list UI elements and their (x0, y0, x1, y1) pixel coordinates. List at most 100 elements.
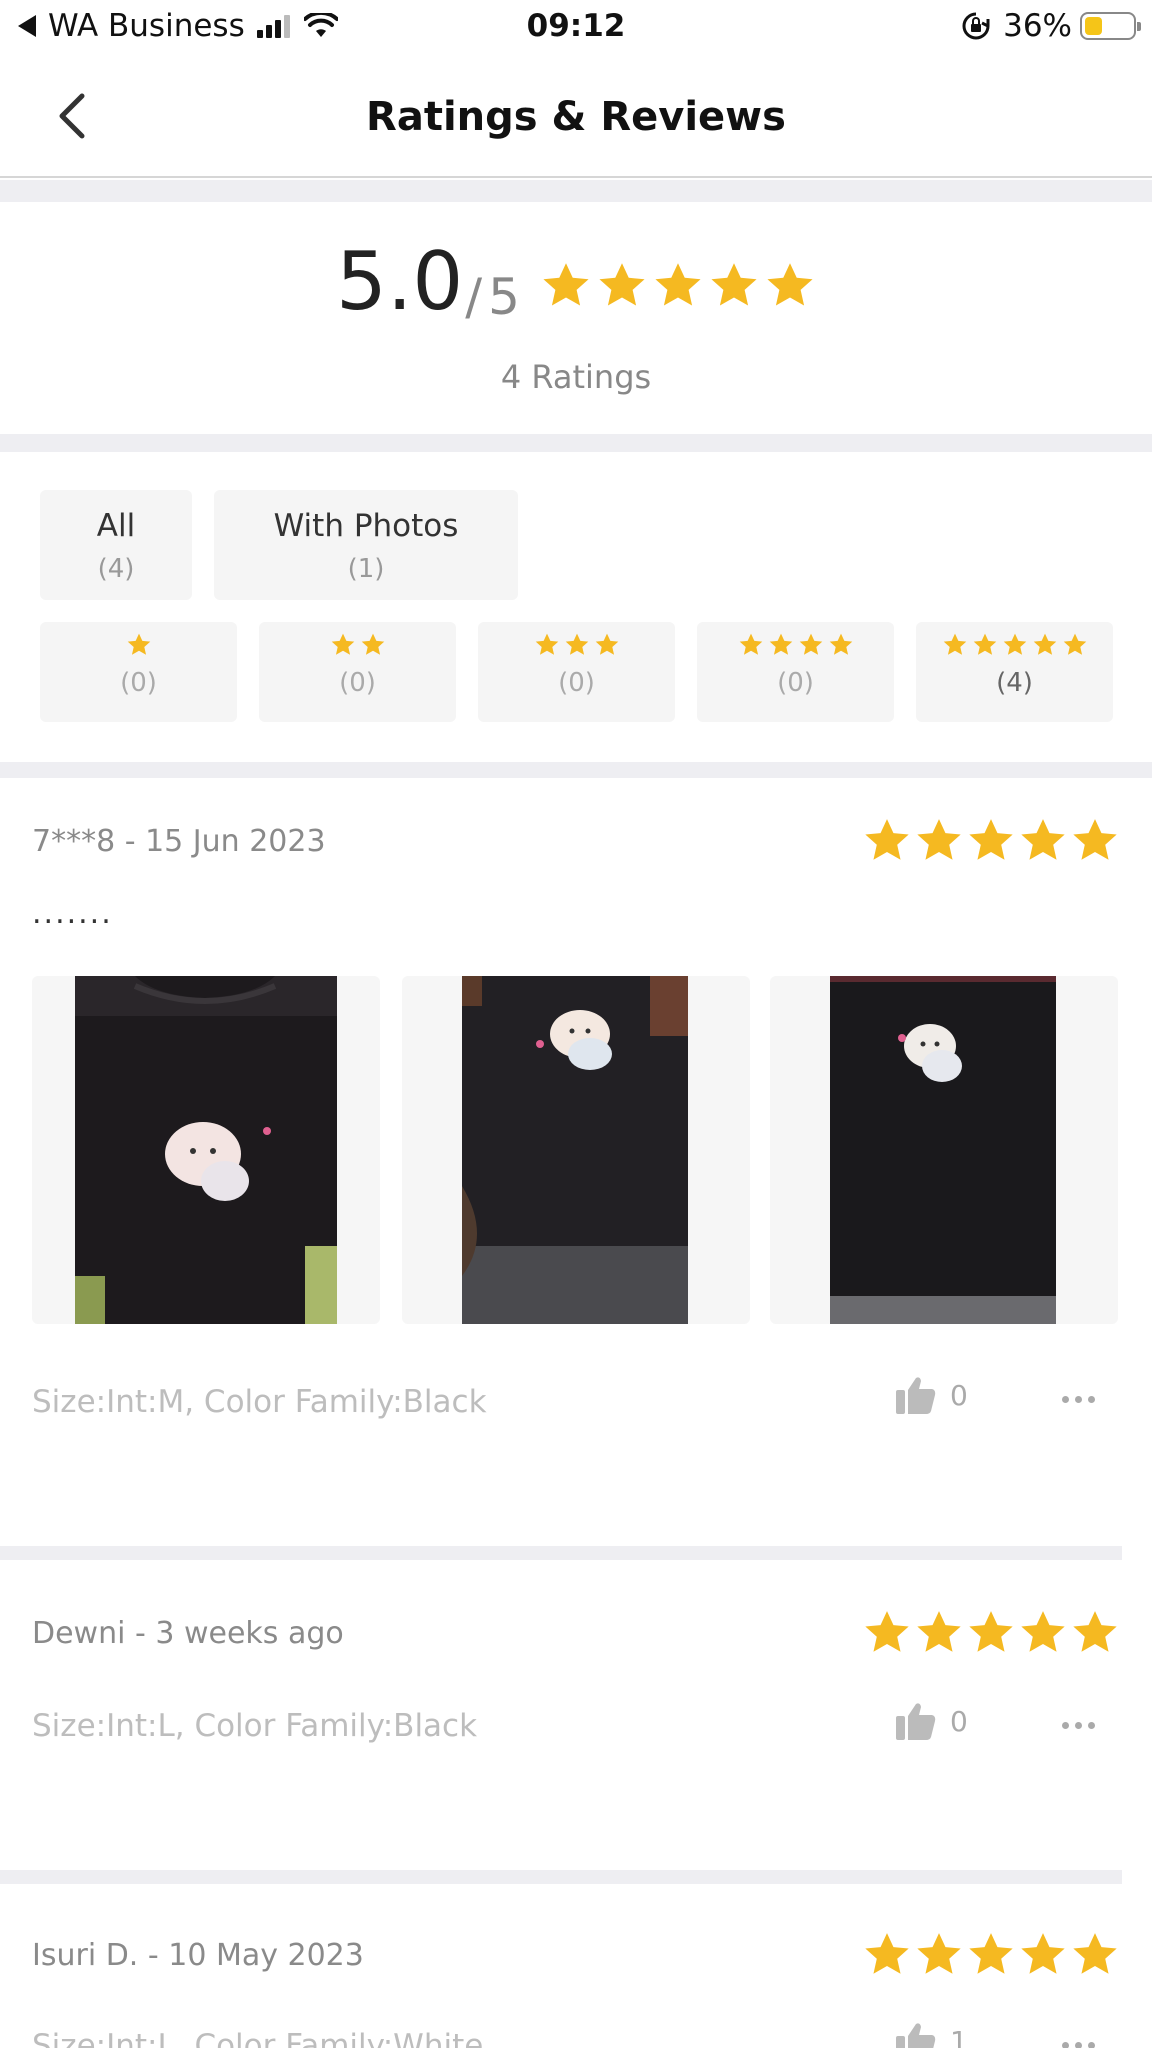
filter-stars (478, 632, 675, 658)
filter-all[interactable]: All (4) (40, 490, 192, 600)
star-icon (1021, 819, 1065, 860)
review-filters: All (4) With Photos (1) (0) (0) (0) (0) … (0, 452, 1152, 762)
star-icon (917, 819, 961, 860)
rating-summary: 5.0 / 5 4 Ratings (0, 202, 1152, 434)
more-options-button[interactable] (1062, 1396, 1095, 1403)
more-options-button[interactable] (1062, 1722, 1095, 1729)
status-bar-right: 36% (961, 8, 1141, 44)
review-stars (862, 1930, 1120, 1980)
filter-with-photos[interactable]: With Photos (1) (214, 490, 518, 600)
filter-with-photos-count: (1) (347, 554, 385, 584)
dot (1075, 2042, 1082, 2048)
review-author-date: Dewni - 3 weeks ago (32, 1616, 344, 1651)
filter-4-star[interactable]: (0) (697, 622, 894, 722)
wifi-icon (303, 13, 338, 37)
filter-stars (916, 632, 1113, 658)
dot (1062, 1722, 1069, 1729)
star-icon (599, 263, 645, 306)
signal-icon (256, 14, 290, 38)
filter-2-star[interactable]: (0) (259, 622, 456, 722)
section-divider (0, 180, 1152, 202)
navigation-bar: Ratings & Reviews (0, 58, 1152, 178)
star-icon (331, 633, 354, 655)
review-author-date: 7***8 - 15 Jun 2023 (32, 824, 326, 859)
filter-2-star-count: (0) (339, 668, 376, 698)
tshirt-photo-held (462, 976, 688, 1324)
star-icon (767, 263, 813, 306)
like-count: 0 (950, 1378, 968, 1412)
star-icon (1021, 1611, 1065, 1652)
review-photo-2[interactable] (402, 976, 750, 1324)
star-icon (917, 1611, 961, 1652)
dot (1088, 1722, 1095, 1729)
review-author-date: Isuri D. - 10 May 2023 (32, 1938, 364, 1973)
review-photo-3[interactable] (770, 976, 1118, 1324)
filter-all-label: All (96, 508, 136, 544)
review-stars (862, 1608, 1120, 1658)
back-to-app-icon[interactable] (18, 15, 36, 37)
review-stars (862, 816, 1120, 866)
section-divider (0, 434, 1152, 452)
star-icon (565, 633, 588, 655)
battery-icon (1080, 12, 1141, 40)
filter-3-star[interactable]: (0) (478, 622, 675, 722)
orientation-lock-icon (962, 12, 990, 40)
thumbs-up-icon (896, 1377, 936, 1414)
like-count: 1 (950, 2024, 968, 2048)
star-icon (655, 263, 701, 306)
star-icon (829, 633, 852, 655)
star-icon (739, 633, 762, 655)
star-icon (1073, 1611, 1117, 1652)
dot (1075, 1396, 1082, 1403)
summary-stars (540, 260, 816, 312)
filter-3-star-count: (0) (558, 668, 595, 698)
max-score: 5 (488, 268, 520, 326)
star-icon (865, 819, 909, 860)
dot (1062, 1396, 1069, 1403)
like-button[interactable]: 0 (896, 1376, 968, 1414)
filter-5-star[interactable]: (4) (916, 622, 1113, 722)
carrier-label[interactable]: WA Business (48, 8, 245, 44)
filter-1-star[interactable]: (0) (40, 622, 237, 722)
star-icon (973, 633, 996, 655)
page-title: Ratings & Reviews (366, 94, 786, 140)
filter-1-star-count: (0) (120, 668, 157, 698)
star-icon (969, 819, 1013, 860)
star-icon (1063, 633, 1086, 655)
thumbs-up-icon (896, 1703, 936, 1740)
review-text: ....... (32, 896, 113, 931)
star-icon (917, 1933, 961, 1974)
filter-with-photos-label: With Photos (273, 508, 459, 544)
review-photo-1[interactable] (32, 976, 380, 1324)
star-icon (595, 633, 618, 655)
average-score: 5.0 (336, 235, 464, 328)
star-icon (711, 263, 757, 306)
review-divider (0, 1546, 1122, 1560)
star-icon (1073, 1933, 1117, 1974)
review-variant: Size:Int:M, Color Family:Black (32, 1384, 487, 1420)
review-divider (0, 1870, 1122, 1884)
star-icon (799, 633, 822, 655)
like-button[interactable]: 0 (896, 1702, 968, 1740)
battery-percent: 36% (1003, 8, 1072, 44)
review-item: 7***8 - 15 Jun 2023 ....... Size:Int:M, … (0, 778, 1152, 1546)
star-icon (127, 633, 150, 655)
ratings-count: 4 Ratings (500, 358, 652, 396)
status-bar-left: WA Business (18, 8, 338, 44)
filter-5-star-count: (4) (996, 668, 1033, 698)
review-item: Dewni - 3 weeks ago Size:Int:L, Color Fa… (0, 1560, 1152, 1874)
star-icon (535, 633, 558, 655)
more-options-button[interactable] (1062, 2042, 1095, 2048)
review-item: Isuri D. - 10 May 2023 Size:Int:L, Color… (0, 1884, 1152, 2048)
star-icon (969, 1611, 1013, 1652)
tshirt-photo-worn (830, 976, 1056, 1324)
like-button[interactable]: 1 (896, 2022, 968, 2048)
star-icon (769, 633, 792, 655)
tshirt-photo-flat (75, 976, 337, 1324)
battery-level (1085, 17, 1102, 35)
score-separator: / (465, 268, 483, 326)
review-variant: Size:Int:L, Color Family:White (32, 2028, 484, 2048)
star-icon (1033, 633, 1056, 655)
filter-stars (697, 632, 894, 658)
star-icon (865, 1611, 909, 1652)
